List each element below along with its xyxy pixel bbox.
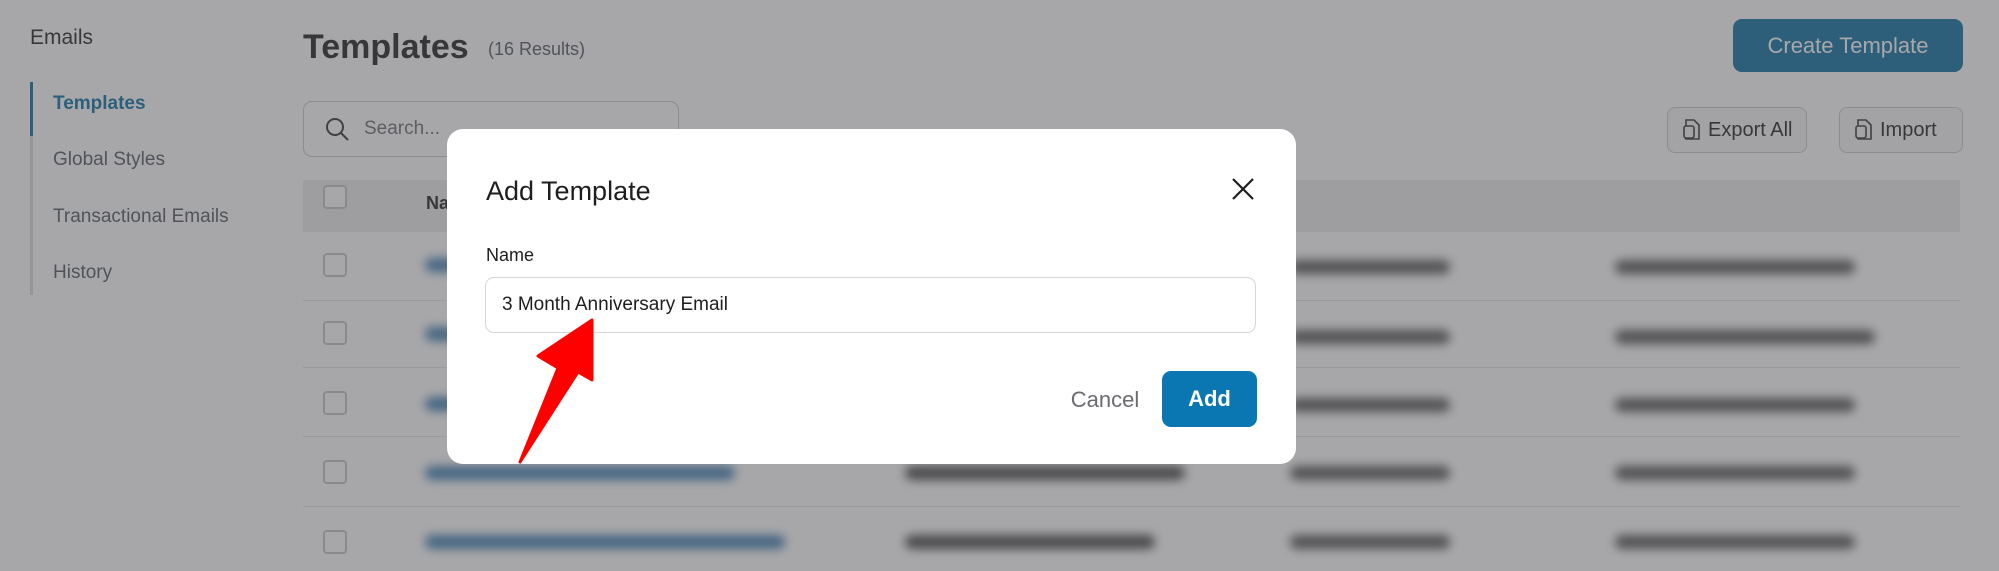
cancel-button[interactable]: Cancel xyxy=(1050,372,1160,428)
annotation-arrow-icon xyxy=(518,318,594,464)
close-icon[interactable] xyxy=(1227,173,1259,205)
dialog-title: Add Template xyxy=(486,176,651,206)
name-label: Name xyxy=(486,245,535,265)
add-button[interactable]: Add xyxy=(1162,371,1257,427)
